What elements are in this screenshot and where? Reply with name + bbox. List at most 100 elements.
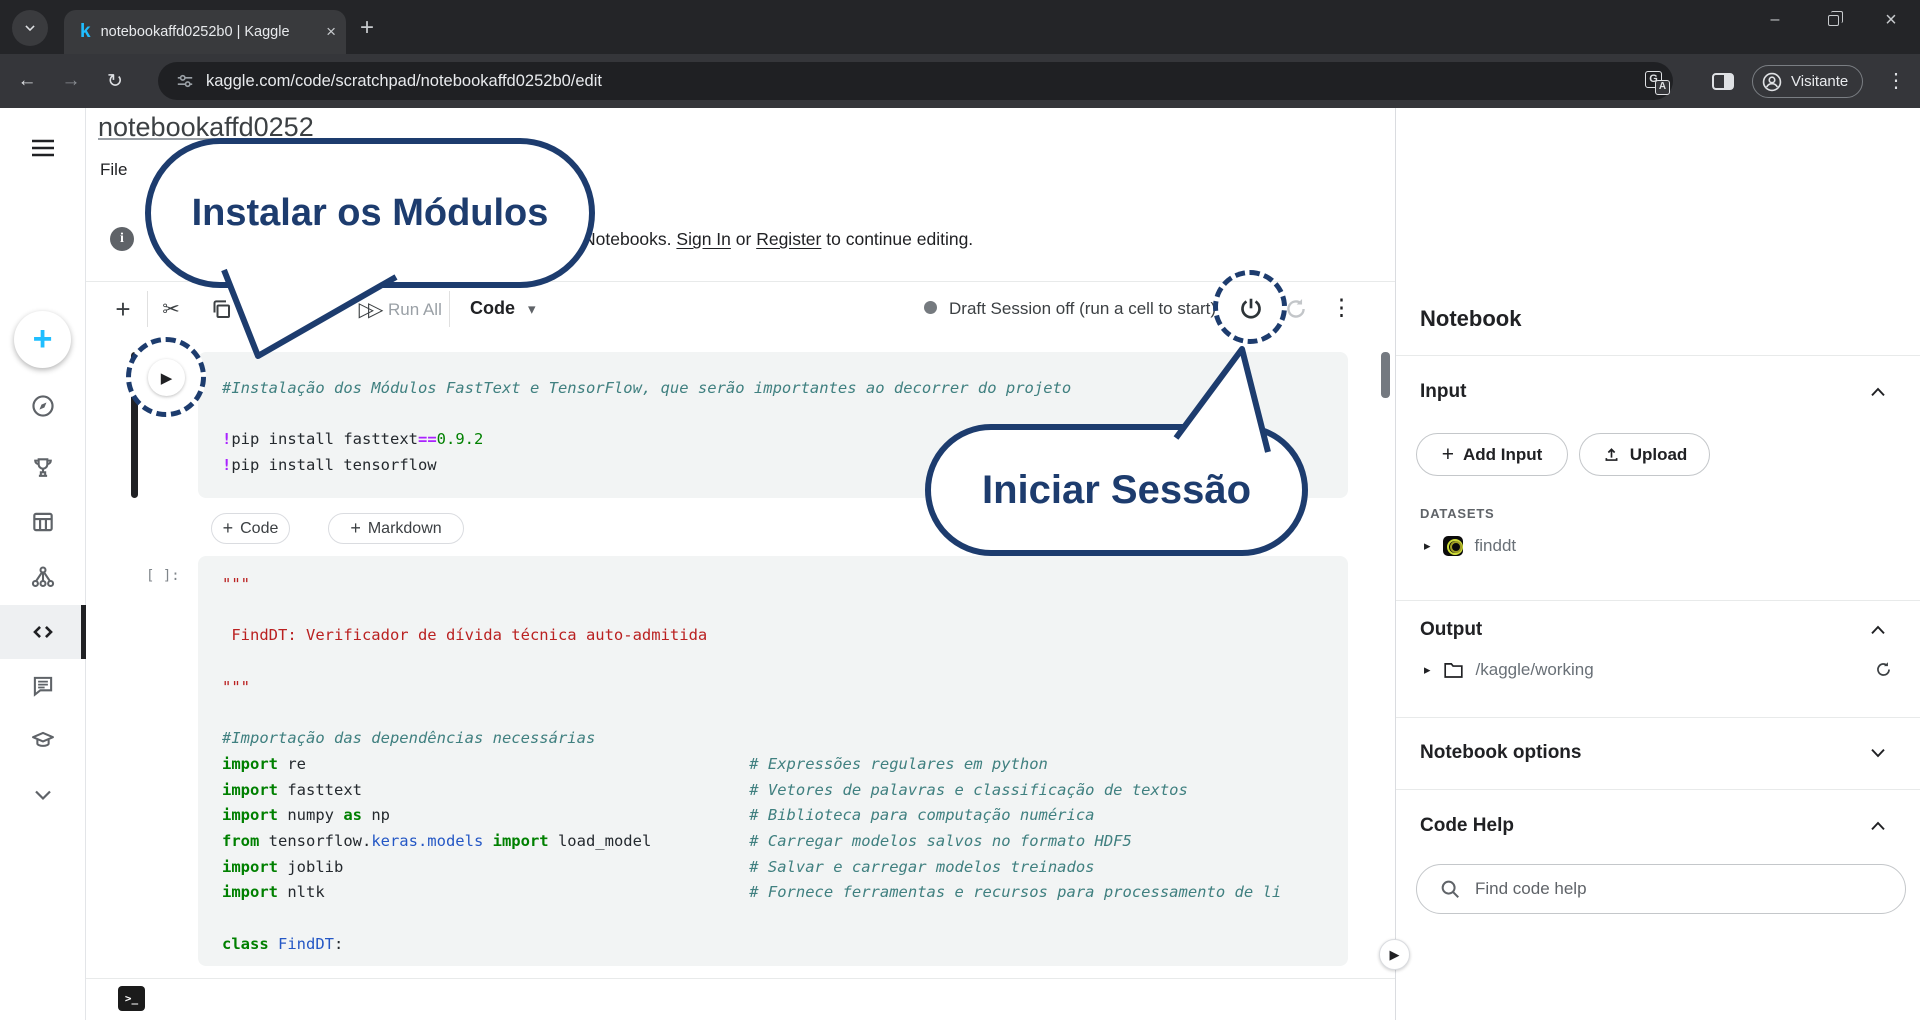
session-status-dot bbox=[924, 301, 937, 314]
panel-divider bbox=[1396, 789, 1920, 790]
sidebar-item-datasets[interactable] bbox=[0, 495, 86, 549]
notebook-options-title: Notebook options bbox=[1420, 742, 1581, 764]
forward-button[interactable]: → bbox=[54, 64, 88, 98]
code-help-search[interactable] bbox=[1416, 864, 1906, 914]
discussion-icon bbox=[30, 673, 56, 699]
window-restore-button[interactable] bbox=[1804, 0, 1862, 40]
run-cell-button[interactable]: ▷ bbox=[312, 283, 342, 335]
code-help-input[interactable] bbox=[1475, 879, 1855, 899]
output-folder-row[interactable]: ▸ /kaggle/working bbox=[1424, 660, 1594, 680]
window-close-button[interactable]: × bbox=[1862, 0, 1920, 40]
translate-icon[interactable]: G A bbox=[1645, 71, 1671, 97]
toolbar-divider bbox=[449, 291, 450, 327]
sidebar-item-competitions[interactable] bbox=[0, 441, 86, 495]
add-markdown-label: Markdown bbox=[368, 520, 442, 538]
dataset-row[interactable]: ▸ finddt bbox=[1424, 536, 1516, 556]
disclosure-icon[interactable]: ▸ bbox=[1424, 662, 1431, 678]
sidebar-item-code[interactable] bbox=[0, 605, 86, 659]
toolbar-divider bbox=[296, 291, 297, 327]
browser-tab-bar: k notebookaffd0252b0 | Kaggle × + – × bbox=[0, 0, 1920, 54]
window-minimize-button[interactable]: – bbox=[1746, 0, 1804, 40]
cut-cell-button[interactable]: ✂ bbox=[156, 283, 186, 335]
browser-tab[interactable]: k notebookaffd0252b0 | Kaggle × bbox=[64, 10, 346, 54]
search-icon bbox=[1439, 878, 1461, 900]
bottom-divider bbox=[86, 978, 1395, 979]
site-settings-icon[interactable] bbox=[176, 72, 194, 90]
screen: k notebookaffd0252b0 | Kaggle × + – × ← … bbox=[0, 0, 1920, 1020]
new-tab-button[interactable]: + bbox=[360, 16, 374, 40]
folder-icon bbox=[1443, 661, 1464, 679]
panel-divider bbox=[1396, 600, 1920, 601]
plus-icon: + bbox=[1442, 443, 1454, 467]
back-button[interactable]: ← bbox=[10, 64, 44, 98]
cell2-editor[interactable]: """ FindDT: Verificador de dívida técnic… bbox=[198, 556, 1348, 958]
input-collapse-button[interactable] bbox=[1869, 386, 1887, 398]
copy-icon bbox=[209, 297, 233, 321]
upload-label: Upload bbox=[1630, 445, 1688, 465]
chevron-up-icon bbox=[1869, 820, 1887, 832]
add-input-button[interactable]: + Add Input bbox=[1416, 433, 1568, 476]
power-button-annotation-circle bbox=[1213, 270, 1287, 344]
tab-search-button[interactable] bbox=[12, 10, 48, 46]
menu-file[interactable]: File bbox=[100, 160, 127, 180]
kaggle-favicon: k bbox=[80, 21, 91, 43]
notebook-scrollbar[interactable] bbox=[1381, 352, 1390, 398]
signin-banner: Notebooks. Sign In or Register to contin… bbox=[583, 229, 973, 250]
upload-icon bbox=[1602, 445, 1621, 464]
add-cell-button[interactable]: + bbox=[108, 283, 138, 335]
banner-text-prefix: Notebooks. bbox=[583, 229, 672, 249]
add-input-label: Add Input bbox=[1463, 445, 1542, 465]
copy-cell-button[interactable] bbox=[206, 283, 236, 335]
sign-in-link[interactable]: Sign In bbox=[676, 229, 730, 249]
datasets-grid-icon bbox=[30, 509, 56, 535]
add-code-button[interactable]: + Code bbox=[211, 513, 290, 544]
sidebar-more-button[interactable] bbox=[0, 769, 86, 823]
chevron-up-icon bbox=[1869, 624, 1887, 636]
banner-text-suffix: to continue editing. bbox=[826, 229, 973, 249]
terminal-icon[interactable]: >_ bbox=[118, 986, 145, 1011]
dataset-name[interactable]: finddt bbox=[1475, 536, 1517, 556]
toolbar-divider bbox=[147, 291, 148, 327]
add-markdown-button[interactable]: + Markdown bbox=[328, 513, 464, 544]
disclosure-icon[interactable]: ▸ bbox=[1424, 538, 1431, 554]
models-network-icon bbox=[30, 564, 56, 590]
chevron-down-icon[interactable]: ▾ bbox=[528, 300, 536, 318]
upload-button[interactable]: Upload bbox=[1579, 433, 1710, 476]
panel-divider bbox=[1396, 717, 1920, 718]
cell-run-button[interactable]: ▶ bbox=[148, 359, 185, 396]
bubble-text: Instalar os Módulos bbox=[192, 192, 549, 235]
trophy-icon bbox=[30, 455, 56, 481]
browser-menu-icon[interactable]: ⋮ bbox=[1886, 68, 1906, 93]
sidebar-item-discussions[interactable] bbox=[0, 659, 86, 713]
sidebar-item-home[interactable] bbox=[0, 379, 86, 433]
cell-type-dropdown[interactable]: Code bbox=[470, 298, 515, 319]
code-help-collapse-button[interactable] bbox=[1869, 820, 1887, 832]
run-all-icon[interactable]: ▷▷ bbox=[350, 283, 386, 335]
output-refresh-button[interactable] bbox=[1874, 660, 1893, 679]
plus-icon: + bbox=[350, 518, 361, 539]
profile-label: Visitante bbox=[1791, 73, 1848, 90]
notebook-menu-icon[interactable]: ⋮ bbox=[1330, 294, 1353, 321]
output-collapse-button[interactable] bbox=[1869, 624, 1887, 636]
dataset-icon bbox=[1443, 536, 1463, 556]
options-expand-button[interactable] bbox=[1869, 747, 1887, 759]
paste-cell-button[interactable] bbox=[253, 283, 283, 335]
annotation-bubble-start-session: Iniciar Sessão bbox=[925, 424, 1308, 556]
create-button[interactable]: + bbox=[14, 311, 71, 368]
address-box[interactable]: kaggle.com/code/scratchpad/notebookaffd0… bbox=[158, 62, 1673, 100]
panel-expand-button[interactable]: ▶ bbox=[1379, 939, 1410, 970]
sidebar-item-learn[interactable] bbox=[0, 713, 86, 767]
tab-close-icon[interactable]: × bbox=[326, 22, 336, 42]
browser-profile-chip[interactable]: Visitante bbox=[1752, 65, 1863, 98]
sidebar-item-models[interactable] bbox=[0, 550, 86, 604]
url-text: kaggle.com/code/scratchpad/notebookaffd0… bbox=[206, 72, 602, 91]
hamburger-menu-button[interactable] bbox=[0, 121, 86, 175]
side-panel-icon[interactable] bbox=[1712, 73, 1734, 90]
code-cell-2[interactable]: """ FindDT: Verificador de dívida técnic… bbox=[198, 556, 1348, 966]
register-link[interactable]: Register bbox=[756, 229, 821, 249]
kaggle-sidebar: + bbox=[0, 108, 86, 1020]
bubble-text: Iniciar Sessão bbox=[982, 468, 1251, 513]
banner-text-or: or bbox=[736, 229, 752, 249]
reload-button[interactable]: ↻ bbox=[98, 64, 132, 98]
run-all-label[interactable]: Run All bbox=[388, 300, 442, 320]
